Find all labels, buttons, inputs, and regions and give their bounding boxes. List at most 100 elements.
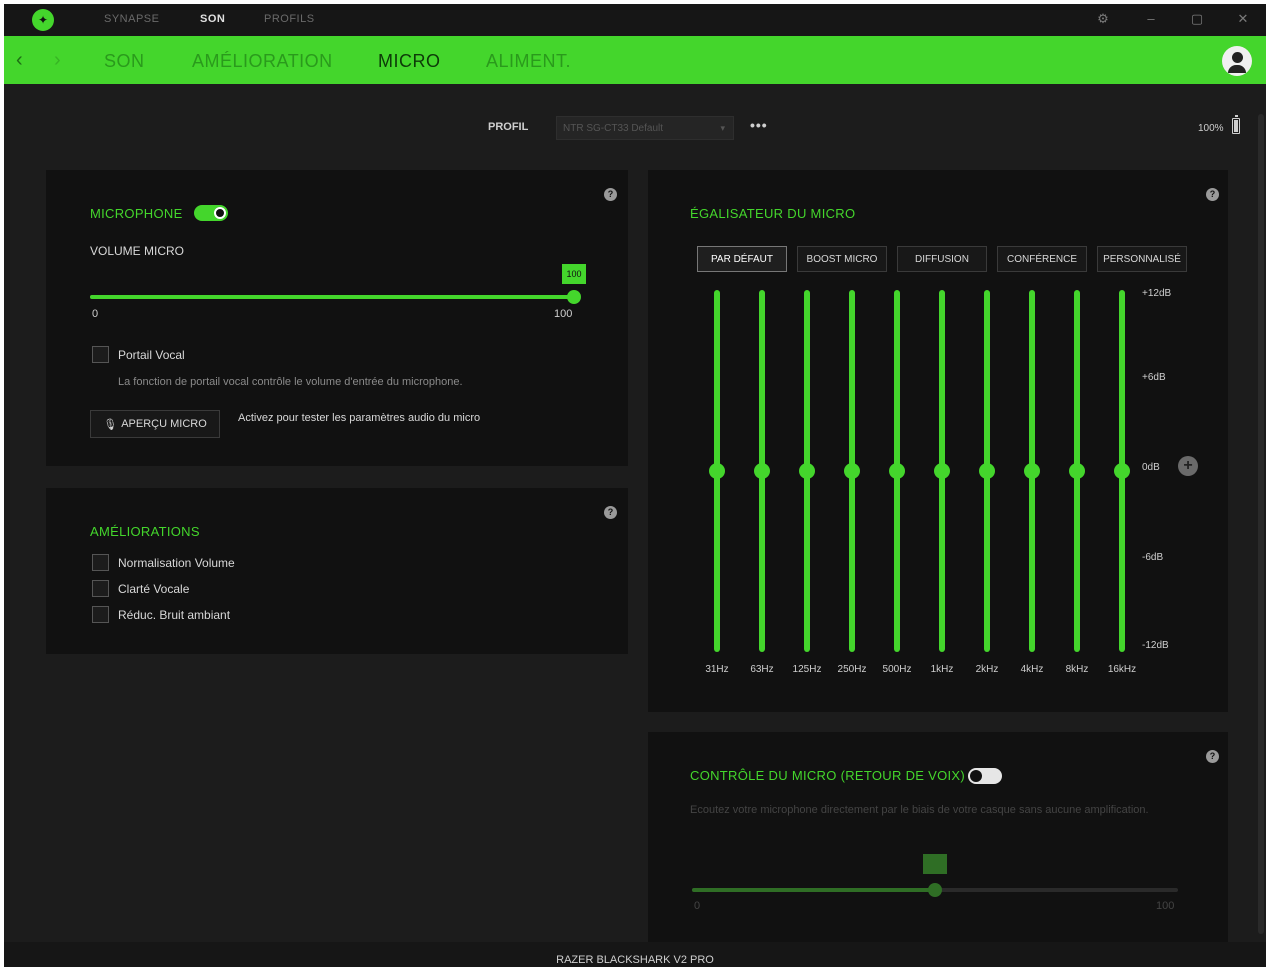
sidetone-toggle[interactable] [968,768,1002,784]
eq-frequency-label: 63Hz [750,664,774,675]
eq-band-thumb[interactable] [799,463,815,479]
microphone-title: MICROPHONE [90,206,183,221]
tab-amelioration[interactable]: AMÉLIORATION [192,51,333,72]
volume-normalization-label: Normalisation Volume [118,556,235,570]
eq-frequency-label: 250Hz [837,664,867,675]
volume-min-label: 0 [92,308,99,320]
device-name: RAZER BLACKSHARK V2 PRO [556,954,714,966]
microphone-icon: 🎙 [103,418,118,431]
microphone-panel: ? MICROPHONE VOLUME MICRO 100 0 100 Port… [46,170,628,466]
eq-band-slider[interactable] [754,290,770,652]
eq-band-thumb[interactable] [934,463,950,479]
razer-logo-icon[interactable]: ✦ [32,9,54,31]
profile-label: PROFIL [488,121,529,133]
eq-frequency-label: 1kHz [930,664,954,675]
vocal-clarity-checkbox[interactable] [92,580,109,597]
preset-conference-button[interactable]: CONFÉRENCE [997,246,1087,272]
sidetone-panel: ? CONTRÔLE DU MICRO (RETOUR DE VOIX) Eco… [648,732,1228,942]
preset-custom-button[interactable]: PERSONNALISÉ [1097,246,1187,272]
eq-band-thumb[interactable] [1024,463,1040,479]
eq-frequency-label: 2kHz [975,664,999,675]
enhancements-panel: ? AMÉLIORATIONS Normalisation Volume Cla… [46,488,628,654]
help-icon[interactable]: ? [1206,750,1219,763]
top-tab-profils[interactable]: PROFILS [264,13,315,25]
top-tab-synapse[interactable]: SYNAPSE [104,13,159,25]
sidetone-min-label: 0 [694,900,701,912]
razer-synapse-window: ✦ SYNAPSE SON PROFILS ⚙ – ▢ ✕ ‹ › SON AM… [4,4,1266,967]
volume-micro-slider[interactable] [90,290,581,304]
profile-dropdown[interactable]: NTR SG-CT33 Default ▾ [556,116,734,140]
close-icon[interactable]: ✕ [1234,11,1252,27]
eq-band-slider[interactable] [1024,290,1040,652]
sidetone-title: CONTRÔLE DU MICRO (RETOUR DE VOIX) [690,768,966,783]
mic-preview-label: APERÇU MICRO [121,418,207,430]
eq-band-slider[interactable] [799,290,815,652]
tab-son[interactable]: SON [104,51,145,72]
top-tab-son[interactable]: SON [200,13,225,25]
device-footer: RAZER BLACKSHARK V2 PRO [4,942,1266,967]
scrollbar[interactable] [1258,114,1264,934]
chevron-down-icon: ▾ [720,123,725,133]
eq-band-thumb[interactable] [709,463,725,479]
volume-normalization-checkbox[interactable] [92,554,109,571]
user-avatar-icon[interactable] [1222,46,1252,76]
noise-reduction-label: Réduc. Bruit ambiant [118,608,231,622]
eq-band-slider[interactable] [1069,290,1085,652]
sidetone-max-label: 100 [1156,900,1175,912]
mic-equalizer-panel: ? ÉGALISATEUR DU MICRO PAR DÉFAUT BOOST … [648,170,1228,712]
tab-aliment[interactable]: ALIMENT. [486,51,571,72]
eq-frequency-label: 125Hz [792,664,822,675]
eq-band-thumb[interactable] [844,463,860,479]
voice-gate-description: La fonction de portail vocal contrôle le… [118,376,463,388]
battery-level: 100% [1198,123,1224,134]
eq-frequency-label: 4kHz [1020,664,1044,675]
preset-boost-micro-button[interactable]: BOOST MICRO [797,246,887,272]
section-nav-bar: ‹ › SON AMÉLIORATION MICRO ALIMENT. [4,36,1266,84]
db-label-minus12: -12dB [1142,640,1169,651]
gear-icon[interactable]: ⚙ [1094,11,1112,27]
eq-frequency-label: 500Hz [882,664,912,675]
noise-reduction-checkbox[interactable] [92,606,109,623]
volume-max-label: 100 [554,308,573,320]
eq-frequency-label: 31Hz [705,664,729,675]
chevron-right-icon[interactable]: › [54,49,61,72]
help-icon[interactable]: ? [604,188,617,201]
chevron-left-icon[interactable]: ‹ [16,49,23,72]
help-icon[interactable]: ? [604,506,617,519]
sidetone-slider-thumb[interactable] [928,883,942,897]
preset-diffusion-button[interactable]: DIFFUSION [897,246,987,272]
sidetone-slider[interactable] [692,883,1178,897]
eq-band-thumb[interactable] [1069,463,1085,479]
tab-micro[interactable]: MICRO [378,51,441,72]
add-band-icon[interactable]: + [1178,456,1198,476]
sidetone-value-bubble [923,854,947,874]
eq-band-slider[interactable] [1114,290,1130,652]
eq-band-slider[interactable] [934,290,950,652]
maximize-icon[interactable]: ▢ [1188,11,1206,27]
eq-band-thumb[interactable] [889,463,905,479]
eq-frequency-label: 8kHz [1065,664,1089,675]
voice-gate-label: Portail Vocal [118,348,185,362]
eq-band-slider[interactable] [844,290,860,652]
profile-selected-value: NTR SG-CT33 Default [563,123,664,134]
equalizer-title: ÉGALISATEUR DU MICRO [690,206,856,221]
sidetone-description: Ecoutez votre microphone directement par… [690,804,1149,816]
microphone-toggle[interactable] [194,205,228,221]
preset-default-button[interactable]: PAR DÉFAUT [697,246,787,272]
volume-slider-thumb[interactable] [567,290,581,304]
eq-band-thumb[interactable] [979,463,995,479]
voice-gate-checkbox[interactable] [92,346,109,363]
mic-preview-button[interactable]: 🎙 APERÇU MICRO [90,410,220,438]
eq-band-slider[interactable] [889,290,905,652]
enhancements-title: AMÉLIORATIONS [90,524,200,539]
eq-band-slider[interactable] [979,290,995,652]
minimize-icon[interactable]: – [1142,11,1160,26]
eq-band-thumb[interactable] [754,463,770,479]
mic-preview-description: Activez pour tester les paramètres audio… [238,412,481,424]
help-icon[interactable]: ? [1206,188,1219,201]
eq-band-thumb[interactable] [1114,463,1130,479]
db-label-plus6: +6dB [1142,372,1166,383]
db-label-0: 0dB [1142,462,1160,473]
more-options-icon[interactable]: ••• [750,117,768,133]
eq-band-slider[interactable] [709,290,725,652]
